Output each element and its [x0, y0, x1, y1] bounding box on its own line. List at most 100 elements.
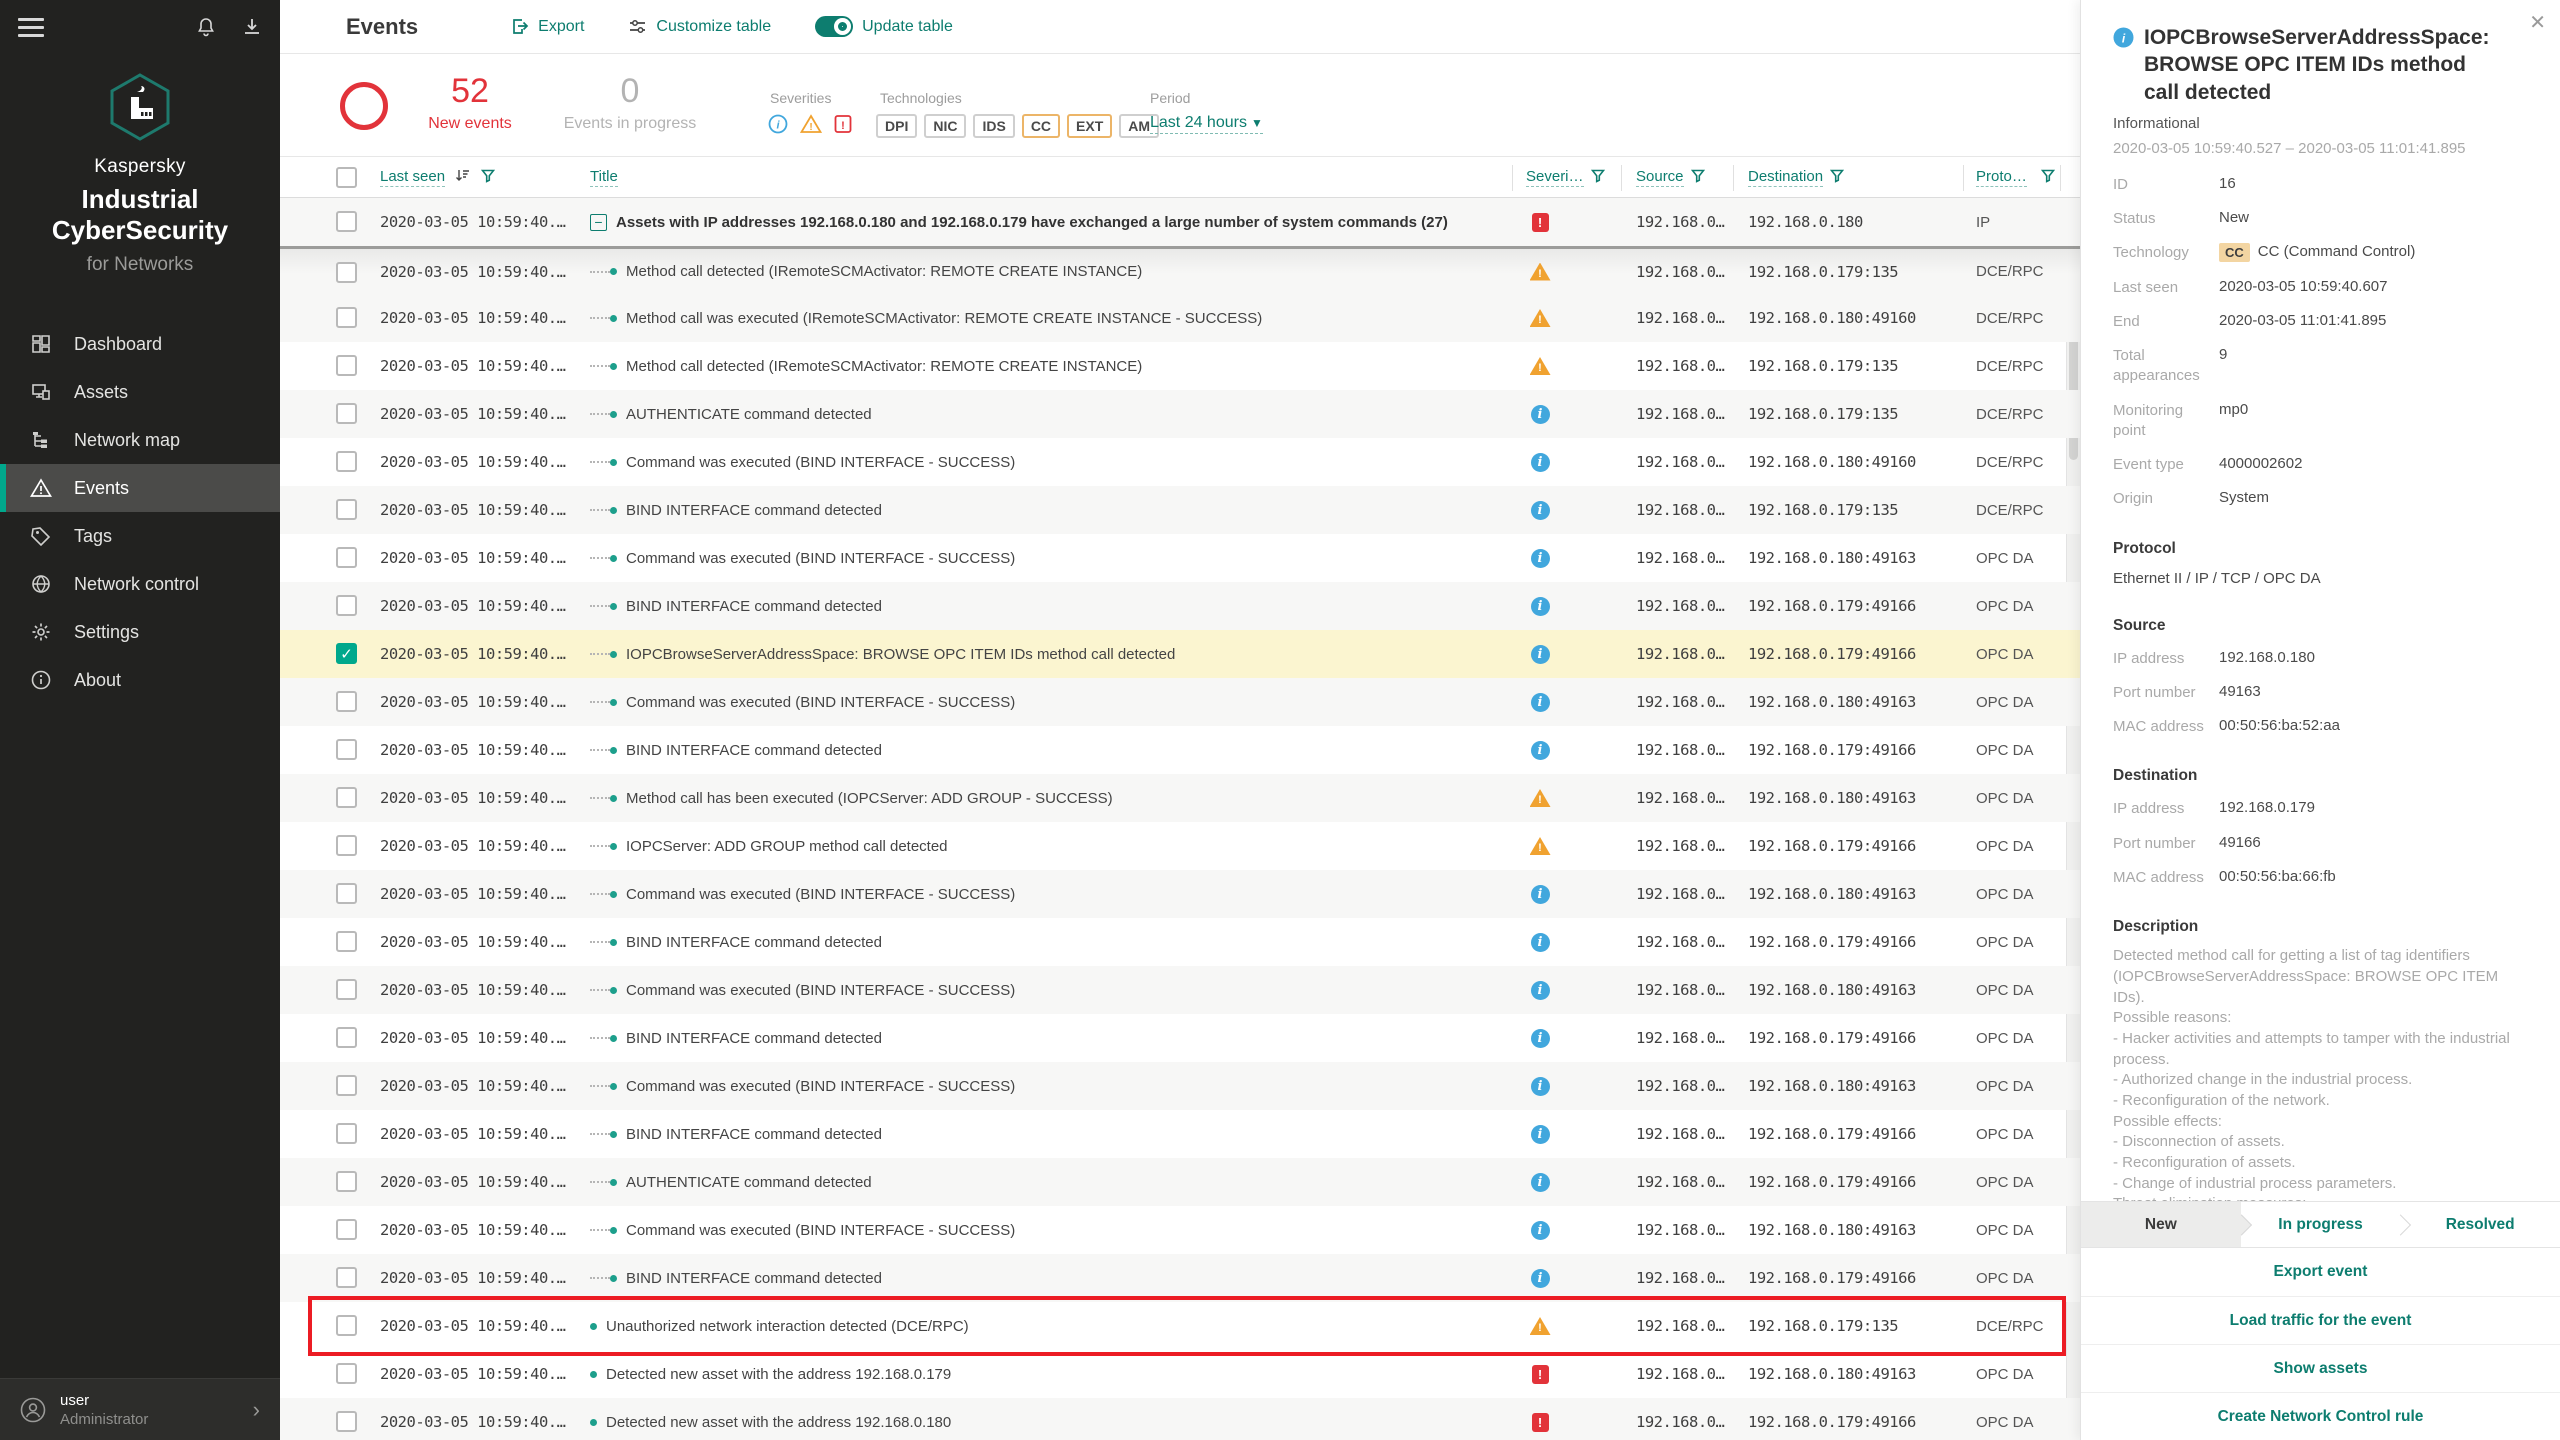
sidebar-item-network-map[interactable]: Network map [0, 416, 280, 464]
sort-desc-icon[interactable] [455, 168, 470, 183]
row-checkbox[interactable] [336, 1075, 357, 1096]
status-step-in-progress[interactable]: In progress [2241, 1202, 2401, 1247]
sidebar-item-about[interactable]: About [0, 656, 280, 704]
column-header-destination[interactable]: Destination [1748, 168, 1844, 187]
sidebar-item-assets[interactable]: Assets [0, 368, 280, 416]
filter-funnel-icon[interactable] [481, 169, 495, 187]
load-traffic-for-the-event-button[interactable]: Load traffic for the event [2081, 1296, 2560, 1344]
row-checkbox[interactable] [336, 787, 357, 808]
filter-funnel-icon[interactable] [1691, 169, 1705, 187]
table-row[interactable]: 2020-03-05 10:59:40.…Command was execute… [280, 1206, 2080, 1254]
technology-badge-cc[interactable]: CC [1022, 114, 1060, 138]
filter-funnel-icon[interactable] [2041, 169, 2055, 187]
row-checkbox[interactable] [336, 1123, 357, 1144]
row-checkbox[interactable] [336, 883, 357, 904]
table-row[interactable]: ✓2020-03-05 10:59:40.…IOPCBrowseServerAd… [280, 630, 2080, 678]
row-checkbox[interactable] [336, 1171, 357, 1192]
table-row[interactable]: 2020-03-05 10:59:40.…−Assets with IP add… [280, 198, 2080, 246]
row-checkbox[interactable] [336, 499, 357, 520]
column-header-last-seen[interactable]: Last seen [380, 168, 495, 187]
row-checkbox[interactable] [336, 691, 357, 712]
row-checkbox[interactable] [336, 307, 357, 328]
table-row[interactable]: 2020-03-05 10:59:40.…BIND INTERFACE comm… [280, 582, 2080, 630]
table-row[interactable]: 2020-03-05 10:59:40.…Command was execute… [280, 438, 2080, 486]
row-checkbox[interactable] [336, 739, 357, 760]
table-row[interactable]: 2020-03-05 10:59:40.…Command was execute… [280, 1062, 2080, 1110]
table-row[interactable]: 2020-03-05 10:59:40.…IOPCServer: ADD GRO… [280, 822, 2080, 870]
row-checkbox[interactable] [336, 931, 357, 952]
sidebar-item-settings[interactable]: Settings [0, 608, 280, 656]
row-checkbox[interactable] [336, 1219, 357, 1240]
row-checkbox[interactable] [336, 1027, 357, 1048]
sidebar-item-dashboard[interactable]: Dashboard [0, 320, 280, 368]
export-button[interactable]: Export [510, 17, 584, 36]
table-row[interactable]: 2020-03-05 10:59:40.…Command was execute… [280, 966, 2080, 1014]
technology-badge-dpi[interactable]: DPI [876, 114, 917, 138]
in-progress-stat[interactable]: 0 Events in progress [550, 72, 710, 133]
table-row[interactable]: 2020-03-05 10:59:40.…BIND INTERFACE comm… [280, 1110, 2080, 1158]
customize-table-button[interactable]: Customize table [628, 17, 771, 36]
table-row[interactable]: 2020-03-05 10:59:40.…BIND INTERFACE comm… [280, 1014, 2080, 1062]
table-row[interactable]: 2020-03-05 10:59:40.…Command was execute… [280, 870, 2080, 918]
sidebar-item-events[interactable]: Events [0, 464, 280, 512]
severity-info-icon[interactable]: i [768, 114, 788, 134]
row-checkbox[interactable] [336, 595, 357, 616]
severity-warning-icon[interactable]: ! [800, 114, 822, 134]
user-menu[interactable]: user Administrator › [0, 1378, 280, 1440]
table-row[interactable]: 2020-03-05 10:59:40.…Detected new asset … [280, 1398, 2080, 1440]
table-row[interactable]: 2020-03-05 10:59:40.…BIND INTERFACE comm… [280, 918, 2080, 966]
table-row[interactable]: 2020-03-05 10:59:40.…BIND INTERFACE comm… [280, 1254, 2080, 1302]
table-row[interactable]: 2020-03-05 10:59:40.…Command was execute… [280, 534, 2080, 582]
row-checkbox[interactable] [336, 211, 357, 232]
table-row[interactable]: 2020-03-05 10:59:40.…BIND INTERFACE comm… [280, 726, 2080, 774]
download-icon[interactable] [242, 17, 262, 37]
notifications-bell-icon[interactable] [196, 17, 216, 37]
severity-filter-icons[interactable]: i ! ! [768, 114, 852, 134]
column-header-title[interactable]: Title [590, 168, 618, 185]
row-checkbox[interactable] [336, 262, 357, 283]
row-checkbox[interactable] [336, 835, 357, 856]
table-row[interactable]: 2020-03-05 10:59:40.…AUTHENTICATE comman… [280, 390, 2080, 438]
row-checkbox[interactable] [336, 403, 357, 424]
create-network-control-rule-button[interactable]: Create Network Control rule [2081, 1392, 2560, 1440]
collapse-icon[interactable]: − [590, 214, 607, 231]
row-checkbox[interactable] [336, 1363, 357, 1384]
column-header-source[interactable]: Source [1636, 168, 1705, 187]
filter-funnel-icon[interactable] [1591, 169, 1605, 187]
table-row[interactable]: 2020-03-05 10:59:40.…Command was execute… [280, 678, 2080, 726]
table-row[interactable]: 2020-03-05 10:59:40.…Unauthorized networ… [280, 1302, 2080, 1350]
update-table-toggle[interactable]: Update table [815, 16, 953, 37]
row-checkbox[interactable] [336, 547, 357, 568]
table-row[interactable]: 2020-03-05 10:59:40.…BIND INTERFACE comm… [280, 486, 2080, 534]
technology-badge-nic[interactable]: NIC [924, 114, 966, 138]
severity-critical-icon[interactable]: ! [834, 114, 852, 134]
table-row[interactable]: 2020-03-05 10:59:40.…Method call detecte… [280, 342, 2080, 390]
show-assets-button[interactable]: Show assets [2081, 1344, 2560, 1392]
menu-toggle-icon[interactable] [18, 13, 44, 42]
sidebar-item-network-control[interactable]: Network control [0, 560, 280, 608]
column-header-severity[interactable]: Severi… [1526, 168, 1605, 187]
technology-badge-ext[interactable]: EXT [1067, 114, 1112, 138]
row-checkbox[interactable] [336, 1267, 357, 1288]
table-row[interactable]: 2020-03-05 10:59:40.…Method call has bee… [280, 774, 2080, 822]
table-row[interactable]: 2020-03-05 10:59:40.…Method call was exe… [280, 294, 2080, 342]
row-checkbox[interactable] [336, 979, 357, 1000]
row-checkbox[interactable] [336, 1315, 357, 1336]
select-all-checkbox[interactable] [336, 167, 357, 188]
period-select[interactable]: Last 24 hours▼ [1150, 114, 1263, 134]
row-checkbox[interactable] [336, 1411, 357, 1432]
row-checkbox[interactable] [336, 355, 357, 376]
status-step-new[interactable]: New [2081, 1202, 2241, 1247]
table-row[interactable]: 2020-03-05 10:59:40.…Method call detecte… [280, 246, 2080, 294]
new-events-stat[interactable]: 52 New events [410, 72, 530, 133]
filter-funnel-icon[interactable] [1830, 169, 1844, 187]
status-step-resolved[interactable]: Resolved [2400, 1202, 2560, 1247]
toggle-on-icon[interactable] [815, 16, 853, 37]
sidebar-item-tags[interactable]: Tags [0, 512, 280, 560]
table-row[interactable]: 2020-03-05 10:59:40.…Detected new asset … [280, 1350, 2080, 1398]
row-checkbox[interactable]: ✓ [336, 643, 357, 664]
export-event-button[interactable]: Export event [2081, 1248, 2560, 1296]
technology-badge-ids[interactable]: IDS [973, 114, 1014, 138]
column-header-protocol[interactable]: Proto… [1976, 168, 2055, 187]
row-checkbox[interactable] [336, 451, 357, 472]
